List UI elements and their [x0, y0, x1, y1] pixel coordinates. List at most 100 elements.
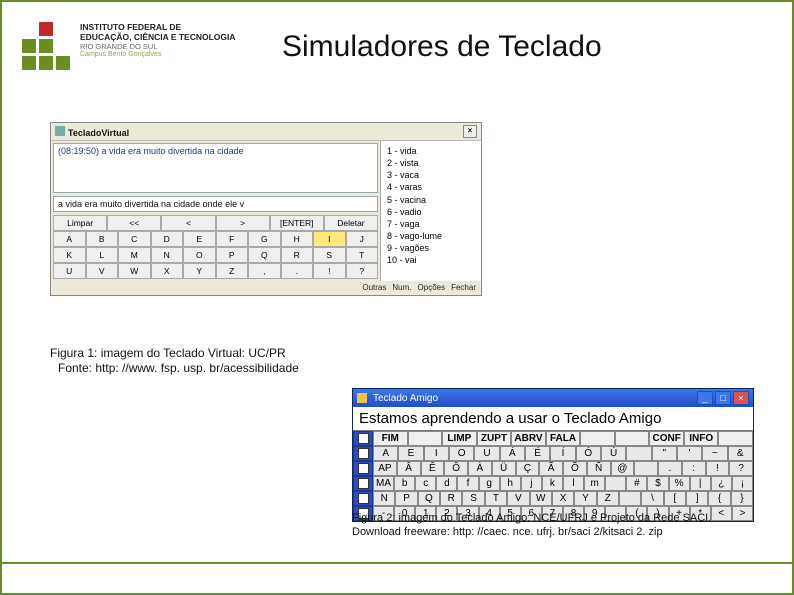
key-V[interactable]: V — [86, 263, 119, 279]
key-cell[interactable]: m — [584, 476, 605, 491]
header-cell[interactable]: LIMP — [442, 431, 477, 446]
key-cell[interactable]: É — [525, 446, 550, 461]
key-Q[interactable]: Q — [248, 247, 281, 263]
key-T[interactable]: T — [346, 247, 379, 263]
suggestion-item[interactable]: 6 - vadio — [387, 206, 477, 218]
key-cell[interactable]: ? — [729, 461, 753, 476]
key-cell[interactable]: Ê — [421, 461, 445, 476]
key-cell[interactable]: # — [626, 476, 647, 491]
key-cell[interactable]: MA — [373, 476, 394, 491]
key-cell[interactable]: À — [468, 461, 492, 476]
key-J[interactable]: J — [346, 231, 379, 247]
suggestion-item[interactable]: 3 - vaca — [387, 169, 477, 181]
row-checkbox[interactable] — [353, 491, 373, 506]
key-cell[interactable]: ¿ — [711, 476, 732, 491]
key-W[interactable]: W — [118, 263, 151, 279]
footer-link[interactable]: Opções — [415, 282, 449, 293]
key-cell[interactable]: O — [449, 446, 474, 461]
key-cell[interactable]: { — [708, 491, 730, 506]
key-cell[interactable]: % — [669, 476, 690, 491]
control-button[interactable]: Limpar — [53, 215, 107, 231]
key-Z[interactable]: Z — [216, 263, 249, 279]
key-cell[interactable]: U — [474, 446, 499, 461]
key-cell[interactable]: Ü — [492, 461, 516, 476]
key-cell[interactable]: Â — [397, 461, 421, 476]
key-cell[interactable]: W — [530, 491, 552, 506]
suggestion-item[interactable]: 4 - varas — [387, 181, 477, 193]
key-cell[interactable]: l — [563, 476, 584, 491]
key-U[interactable]: U — [53, 263, 86, 279]
key-cell[interactable]: | — [690, 476, 711, 491]
key-cell[interactable]: $ — [647, 476, 668, 491]
key-cell[interactable]: Ó — [576, 446, 601, 461]
key-cell[interactable]: . — [658, 461, 682, 476]
suggestion-item[interactable]: 7 - vaga — [387, 218, 477, 230]
key-cell[interactable]: b — [394, 476, 415, 491]
key-cell[interactable]: P — [395, 491, 417, 506]
key-![interactable]: ! — [313, 263, 346, 279]
key-cell[interactable]: } — [731, 491, 753, 506]
key-R[interactable]: R — [281, 247, 314, 263]
key-cell[interactable]: V — [507, 491, 529, 506]
key-cell[interactable]: X — [552, 491, 574, 506]
key-cell[interactable]: g — [479, 476, 500, 491]
control-button[interactable]: < — [161, 215, 215, 231]
minimize-icon[interactable]: _ — [697, 391, 713, 405]
header-cell[interactable]: FIM — [373, 431, 408, 446]
key-M[interactable]: M — [118, 247, 151, 263]
close-icon[interactable]: × — [463, 125, 477, 138]
key-cell[interactable]: Í — [550, 446, 575, 461]
key-K[interactable]: K — [53, 247, 86, 263]
close-icon[interactable]: × — [733, 391, 749, 405]
row-checkbox[interactable] — [353, 431, 373, 446]
key-cell[interactable]: Ñ — [587, 461, 611, 476]
key-cell[interactable]: Á — [500, 446, 525, 461]
key-cell[interactable]: \ — [641, 491, 663, 506]
header-cell[interactable]: INFO — [684, 431, 719, 446]
suggestion-item[interactable]: 5 - vacina — [387, 194, 477, 206]
key-Y[interactable]: Y — [183, 263, 216, 279]
key-C[interactable]: C — [118, 231, 151, 247]
suggestion-item[interactable]: 9 - vagões — [387, 242, 477, 254]
key-cell[interactable]: j — [521, 476, 542, 491]
footer-link[interactable]: Fechar — [448, 282, 479, 293]
key-cell[interactable]: A — [373, 446, 398, 461]
header-cell[interactable]: CONF — [649, 431, 684, 446]
key-A[interactable]: A — [53, 231, 86, 247]
key-cell[interactable]: T — [485, 491, 507, 506]
suggestion-item[interactable]: 2 - vista — [387, 157, 477, 169]
key-cell[interactable]: d — [436, 476, 457, 491]
control-button[interactable]: Deletar — [324, 215, 378, 231]
key-cell[interactable]: [ — [664, 491, 686, 506]
key-cell[interactable]: ] — [686, 491, 708, 506]
key-D[interactable]: D — [151, 231, 184, 247]
key-cell[interactable]: Y — [574, 491, 596, 506]
key-cell[interactable]: AP — [373, 461, 397, 476]
row-checkbox[interactable] — [353, 476, 373, 491]
header-cell[interactable]: FALA — [546, 431, 581, 446]
key-cell[interactable]: h — [500, 476, 521, 491]
key-cell[interactable]: Ô — [444, 461, 468, 476]
key-cell[interactable]: R — [440, 491, 462, 506]
header-cell[interactable]: ZUPT — [477, 431, 512, 446]
key-cell[interactable]: ! — [706, 461, 730, 476]
key-cell[interactable]: Ã — [539, 461, 563, 476]
key-G[interactable]: G — [248, 231, 281, 247]
row-checkbox[interactable] — [353, 446, 373, 461]
key-cell[interactable]: ¡ — [732, 476, 753, 491]
suggestion-item[interactable]: 1 - vida — [387, 145, 477, 157]
key-cell[interactable]: N — [373, 491, 395, 506]
key-P[interactable]: P — [216, 247, 249, 263]
key-B[interactable]: B — [86, 231, 119, 247]
control-button[interactable]: > — [216, 215, 270, 231]
key-H[interactable]: H — [281, 231, 314, 247]
key-S[interactable]: S — [313, 247, 346, 263]
key-cell[interactable]: c — [415, 476, 436, 491]
header-cell[interactable]: ABRV — [511, 431, 546, 446]
maximize-icon[interactable]: □ — [715, 391, 731, 405]
text-input[interactable]: a vida era muito divertida na cidade ond… — [53, 196, 378, 212]
footer-link[interactable]: Num. — [389, 282, 414, 293]
control-button[interactable]: [ENTER] — [270, 215, 324, 231]
key-cell[interactable]: ' — [677, 446, 702, 461]
suggestion-item[interactable]: 8 - vago-lume — [387, 230, 477, 242]
